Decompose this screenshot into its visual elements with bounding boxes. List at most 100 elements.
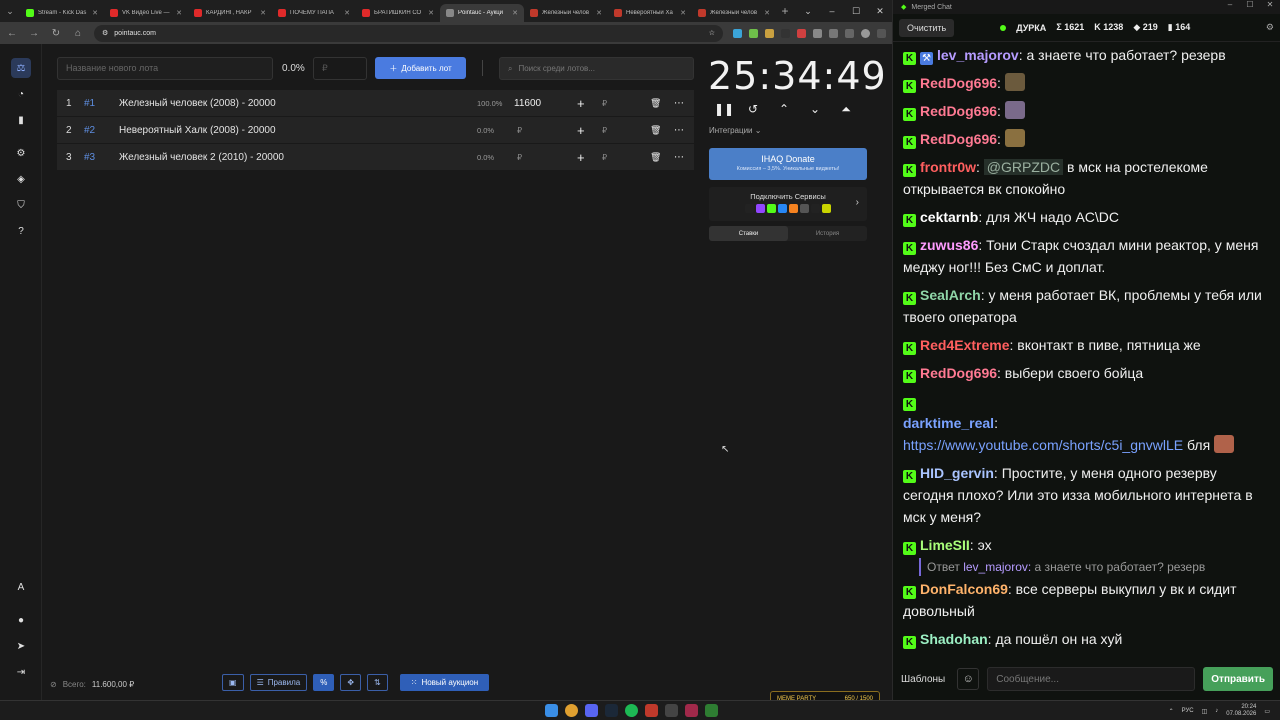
tab-close-icon[interactable]: ✕	[428, 9, 434, 17]
profile-icon[interactable]	[861, 28, 870, 38]
layers-icon[interactable]: ◈	[11, 169, 31, 189]
url-field[interactable]: ⚙ pointauc.com ☆	[94, 24, 723, 42]
message-input[interactable]: Сообщение...	[987, 667, 1196, 691]
bookmark-star-icon[interactable]: ☆	[709, 29, 715, 37]
home-icon[interactable]: ⌂	[72, 28, 84, 39]
settings-icon[interactable]: ⚙	[1266, 22, 1274, 33]
tab-close-icon[interactable]: ✕	[92, 9, 98, 17]
more-icon[interactable]: ⋯	[674, 125, 684, 136]
connect-services[interactable]: Подключить Сервисы ›	[709, 187, 867, 221]
chat-username[interactable]: Red4Extreme	[920, 337, 1010, 353]
lot-name[interactable]: Невероятный Халк (2008) - 20000	[119, 125, 276, 136]
browser-tab[interactable]: VK Видео Live — ✕	[104, 4, 188, 22]
chevron-down-icon[interactable]: ⌄	[807, 102, 823, 117]
chrome-icon[interactable]	[565, 704, 578, 717]
browser-tab[interactable]: Невероятный Ха ✕	[608, 4, 692, 22]
tab-close-icon[interactable]: ✕	[260, 9, 266, 17]
logout-icon[interactable]: ⇥	[11, 662, 31, 682]
tab-list-icon[interactable]: ⌄	[796, 0, 820, 22]
extension-icon[interactable]	[749, 28, 758, 38]
reload-icon[interactable]: ↻	[50, 28, 62, 39]
extension-icon[interactable]	[765, 28, 774, 38]
new-tab-button[interactable]: +	[776, 4, 794, 18]
settings-icon[interactable]: ⚙	[11, 143, 31, 163]
tab-close-icon[interactable]: ✕	[764, 9, 770, 17]
chat-username[interactable]: lev_majorov	[937, 47, 1019, 63]
tab-close-icon[interactable]: ✕	[512, 9, 518, 17]
tab-close-icon[interactable]: ✕	[176, 9, 182, 17]
new-lot-input[interactable]: Название нового лота	[57, 57, 273, 80]
add-amount-icon[interactable]: +	[577, 150, 585, 165]
browser-tab[interactable]: Железный челов ✕	[524, 4, 608, 22]
puzzle-icon[interactable]	[813, 28, 822, 38]
back-icon[interactable]: ←	[6, 28, 18, 39]
chat-username[interactable]: RedDog696	[920, 131, 997, 147]
close-window-button[interactable]: ✕	[1260, 0, 1280, 9]
more-icon[interactable]: ⋯	[674, 98, 684, 109]
stats-icon[interactable]: ▮	[11, 110, 31, 130]
pause-icon[interactable]: ❚❚	[714, 102, 734, 117]
chat-username[interactable]: DonFalcon69	[920, 581, 1008, 597]
message-link[interactable]: https://www.youtube.com/shorts/c5i_gnvwl…	[903, 437, 1183, 453]
save-icon[interactable]: ▣	[222, 674, 244, 691]
forward-icon[interactable]: →	[28, 28, 40, 39]
spotify-icon[interactable]	[625, 704, 638, 717]
extension-icon[interactable]	[797, 28, 806, 38]
chat-username[interactable]: frontr0w	[920, 159, 976, 175]
chat-username[interactable]: HID_gervin	[920, 465, 994, 481]
sidebar-icon[interactable]	[845, 28, 854, 38]
hide-icon[interactable]: ⊘	[50, 680, 57, 689]
tab-bids[interactable]: Ставки	[709, 226, 788, 241]
help-icon[interactable]: ?	[11, 221, 31, 241]
browser-tab[interactable]: КАРДИНГ, НАКР ✕	[188, 4, 272, 22]
sort-icon[interactable]: ⇅	[367, 674, 388, 691]
trash-icon[interactable]: 🗑	[650, 152, 661, 163]
chat-username[interactable]: RedDog696	[920, 365, 997, 381]
lot-amount-input[interactable]: ₽	[313, 57, 367, 80]
menu-icon[interactable]	[877, 28, 886, 38]
mention[interactable]: @GRPZDC	[983, 159, 1064, 175]
wheel-icon[interactable]: ◔	[11, 84, 31, 104]
clear-button[interactable]: Очистить	[899, 18, 955, 37]
network-icon[interactable]: ◫	[1202, 708, 1208, 715]
lot-name[interactable]: Железный человек (2008) - 20000	[119, 98, 276, 109]
site-info-icon[interactable]: ⚙	[102, 29, 108, 37]
reply-user[interactable]: lev_majorov:	[963, 560, 1031, 574]
chat-username[interactable]: Shadohan	[920, 631, 988, 647]
browser-tab[interactable]: Stream - Kick Das ✕	[20, 4, 104, 22]
tab-history[interactable]: История	[788, 226, 867, 241]
add-lot-button[interactable]: ＋ Добавить лот	[375, 57, 466, 79]
download-icon[interactable]	[829, 28, 838, 38]
templates-button[interactable]: Шаблоны	[901, 674, 945, 685]
rules-button[interactable]: ☰ Правила	[249, 674, 308, 691]
new-auction-button[interactable]: ⁙ Новый аукцион	[399, 674, 490, 691]
chat-username[interactable]: LimeSII	[920, 537, 970, 553]
drag-icon[interactable]: ✥	[340, 674, 362, 691]
donate-banner[interactable]: IHAQ Donate Комиссия – 3,5%. Уникальные …	[709, 148, 867, 180]
tab-close-icon[interactable]: ✕	[344, 9, 350, 17]
chat-username[interactable]: darktime_real	[903, 415, 994, 431]
send-button[interactable]: Отправить	[1203, 667, 1273, 691]
discord-icon[interactable]	[585, 704, 598, 717]
notification-icon[interactable]: ▭	[1264, 708, 1270, 715]
tab-close-icon[interactable]: ✕	[596, 9, 602, 17]
tab-close-icon[interactable]: ✕	[680, 9, 686, 17]
steam-icon[interactable]	[605, 704, 618, 717]
volume-icon[interactable]: ♪	[1215, 708, 1218, 714]
app-icon[interactable]	[665, 704, 678, 717]
app-icon[interactable]	[685, 704, 698, 717]
more-icon[interactable]: ⋯	[674, 152, 684, 163]
integrations-dropdown[interactable]: Интеграции ⌄	[709, 126, 761, 135]
chat-username[interactable]: cektarnb	[920, 209, 978, 225]
app-icon[interactable]	[645, 704, 658, 717]
windows-start-icon[interactable]	[545, 704, 558, 717]
add-amount-icon[interactable]: +	[577, 96, 585, 111]
chat-username[interactable]: RedDog696	[920, 75, 997, 91]
minimize-button[interactable]: –	[1220, 0, 1240, 9]
tab-search-icon[interactable]: ⌄	[0, 0, 20, 22]
browser-tab[interactable]: БРАТИШКИН СО ✕	[356, 4, 440, 22]
double-up-icon[interactable]: ⏶	[838, 102, 854, 117]
add-amount-icon[interactable]: +	[577, 123, 585, 138]
percent-button[interactable]: %	[313, 674, 335, 691]
browser-tab[interactable]: Железный челов ✕	[692, 4, 776, 22]
